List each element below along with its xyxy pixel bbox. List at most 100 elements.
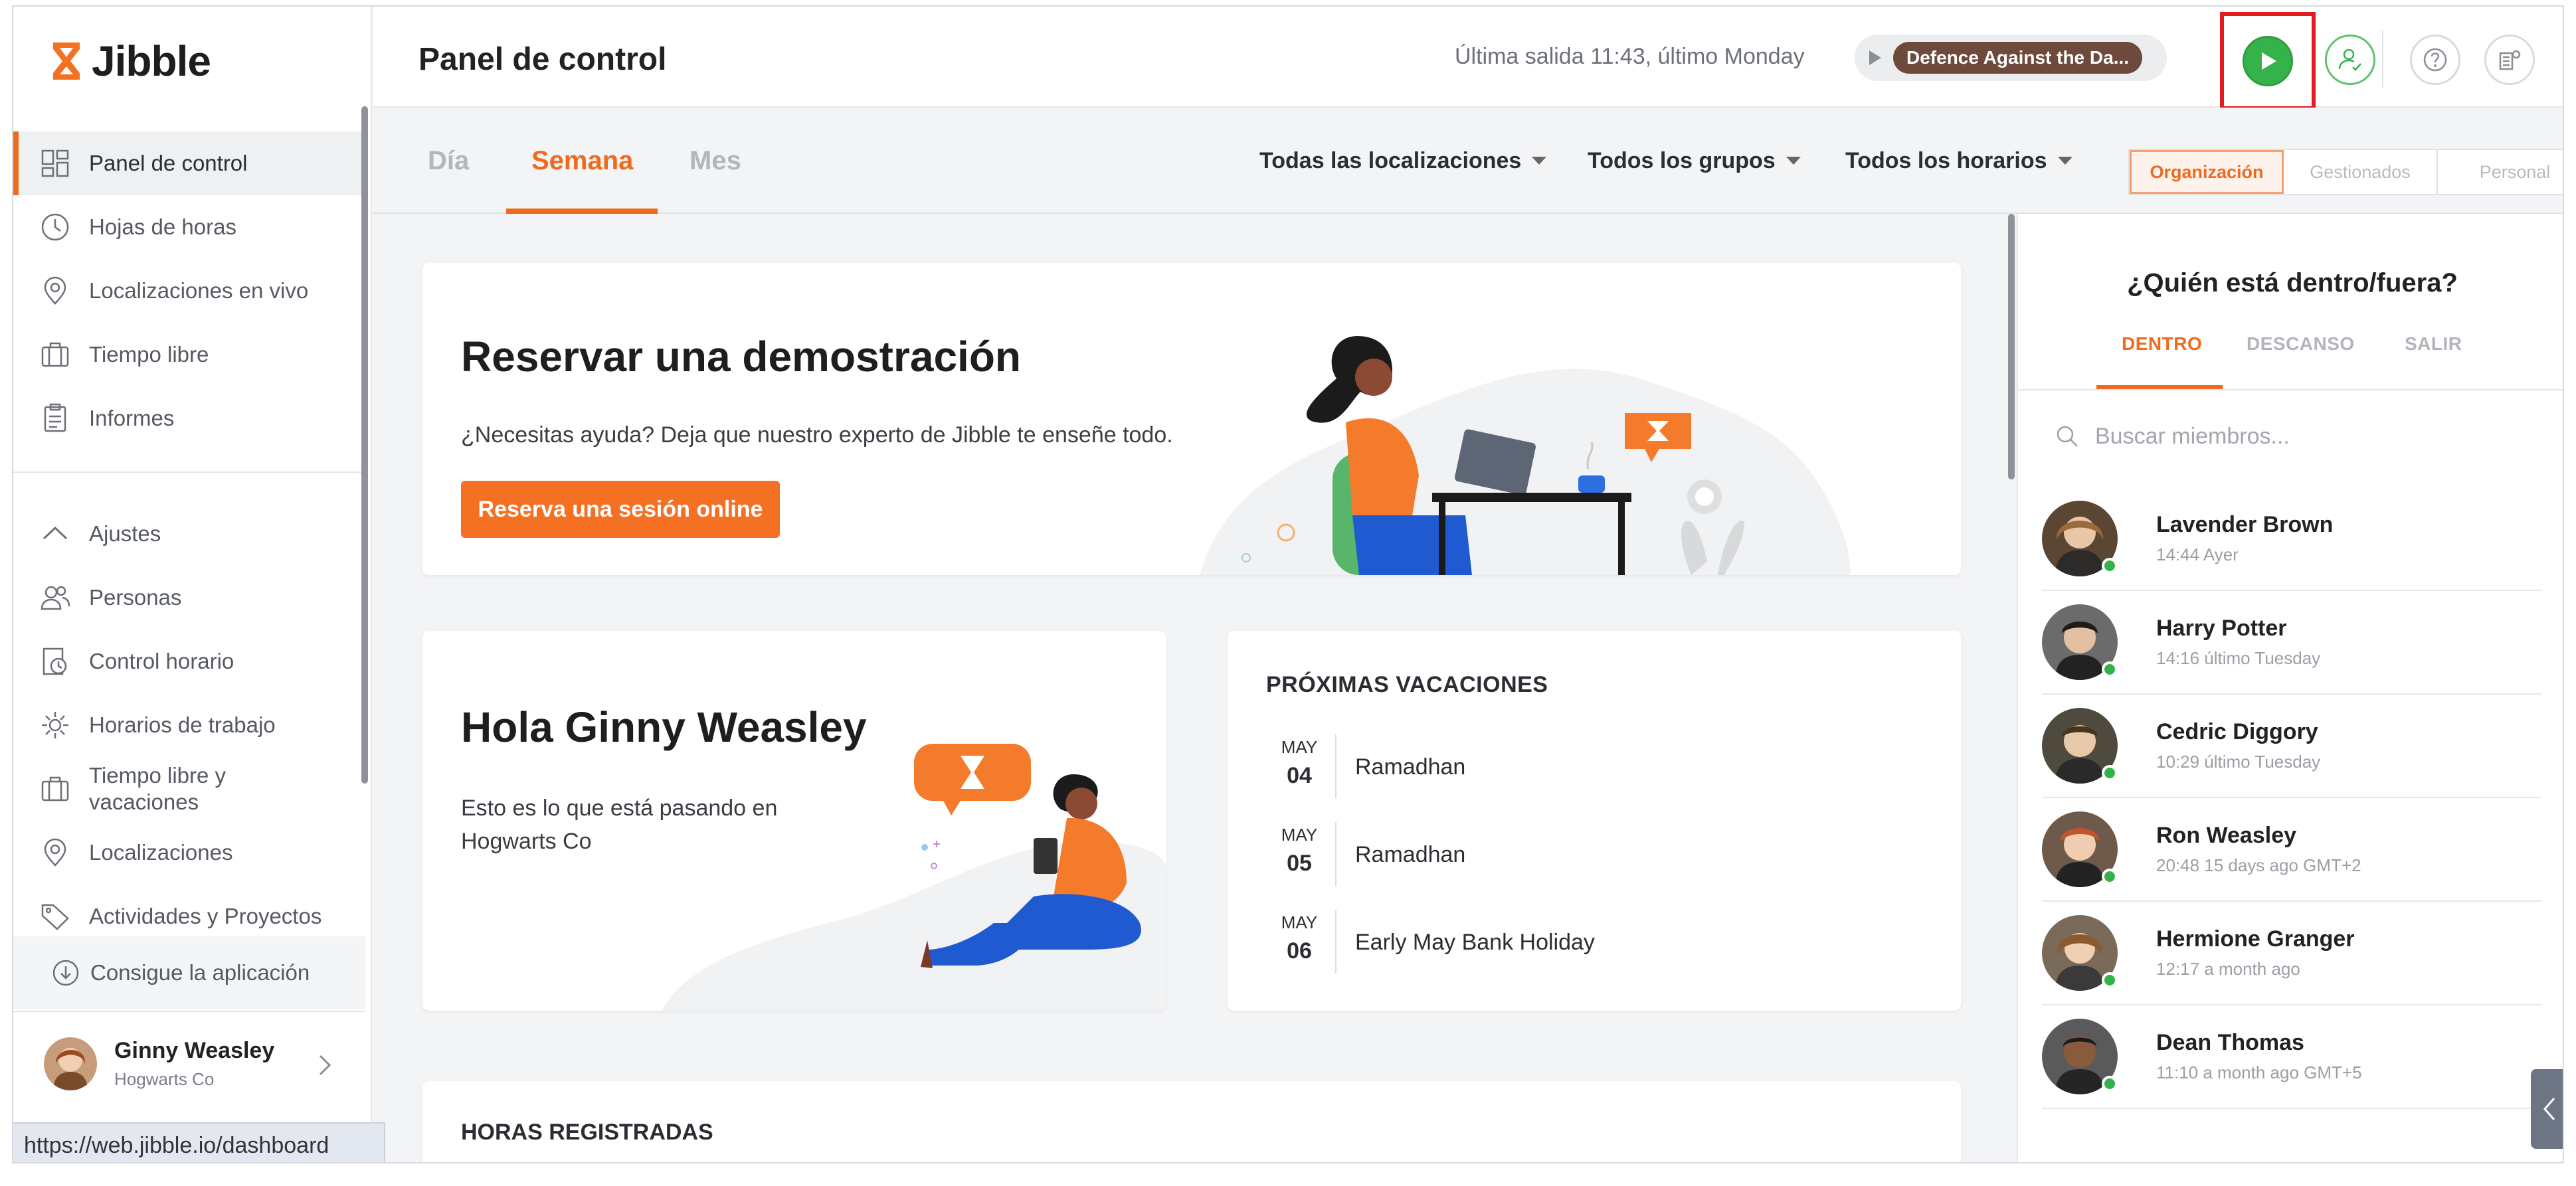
greeting-card: Hola Ginny Weasley Esto es lo que está p… — [422, 631, 1166, 1011]
schedules-filter-label: Todos los horarios — [1845, 147, 2047, 173]
book-session-button[interactable]: Reserva una sesión online — [461, 481, 780, 538]
sidebar-item-label: Ajustes — [89, 521, 161, 546]
holiday-month: MAY — [1281, 737, 1318, 757]
member-time: 14:44 Ayer — [2156, 545, 2239, 564]
holiday-name: Ramadhan — [1355, 754, 1466, 780]
tab-out[interactable]: SALIR — [2405, 333, 2462, 355]
tab-day[interactable]: Día — [428, 108, 469, 214]
sidebar-item-locations[interactable]: Localizaciones — [13, 821, 365, 885]
holiday-month: MAY — [1281, 912, 1318, 932]
project-selector[interactable]: Defence Against the Da... — [1855, 35, 2167, 81]
caret-down-icon — [1786, 157, 1801, 165]
time-tracking-icon — [43, 647, 67, 675]
sidebar-item-work-schedules[interactable]: Horarios de trabajo — [13, 693, 365, 757]
member-search-placeholder: Buscar miembros... — [2095, 423, 2290, 449]
member-time: 11:10 a month ago GMT+5 — [2156, 1062, 2362, 1082]
hourglass-logo-icon — [53, 42, 80, 80]
sidebar-item-label: Panel de control — [89, 151, 248, 175]
user-check-icon — [2338, 48, 2361, 71]
online-status-dot — [2102, 1076, 2118, 1092]
dashboard-icon — [41, 149, 69, 177]
project-tag: Defence Against the Da... — [1893, 42, 2143, 74]
scope-personal[interactable]: Personal — [2438, 150, 2563, 194]
sidebar-item-label: Actividades y Proyectos — [89, 904, 322, 928]
help-icon — [2423, 48, 2447, 72]
holidays-heading: PRÓXIMAS VACACIONES — [1266, 672, 1548, 697]
sidebar-item-dashboard[interactable]: Panel de control — [13, 131, 365, 195]
groups-filter[interactable]: Todos los grupos — [1588, 108, 1802, 214]
toolbar-divider — [2382, 31, 2383, 88]
tag-icon — [41, 904, 69, 930]
avatar — [2042, 708, 2118, 784]
holiday-divider — [1335, 822, 1336, 886]
caret-down-icon — [2057, 157, 2072, 165]
main-scrollbar[interactable] — [2008, 214, 2015, 479]
collapse-panel-button[interactable] — [2531, 1069, 2563, 1149]
clock-in-button[interactable] — [2243, 36, 2293, 86]
tab-break[interactable]: DESCANSO — [2247, 333, 2355, 355]
sidebar-item-time-off-holidays[interactable]: Tiempo libre y vacaciones — [13, 757, 365, 821]
online-status-dot — [2102, 765, 2118, 781]
sidebar-item-live-locations[interactable]: Localizaciones en vivo — [13, 259, 365, 323]
member-row[interactable]: Lavender Brown 14:44 Ayer — [2042, 487, 2541, 591]
who-is-in-panel: ¿Quién está dentro/fuera? DENTRO DESCANS… — [2017, 214, 2563, 1162]
sidebar-item-label: Localizaciones en vivo — [89, 278, 309, 303]
avatar — [2042, 915, 2118, 991]
suitcase-icon — [41, 776, 69, 802]
sidebar-item-label: Control horario — [89, 649, 234, 673]
get-app-link[interactable]: Consigue la aplicación — [13, 936, 365, 1009]
profile-org: Hogwarts Co — [114, 1069, 215, 1089]
jibble-logo[interactable]: Jibble — [50, 35, 211, 88]
sidebar-item-label: Tiempo libre — [89, 342, 209, 367]
help-button[interactable] — [2410, 35, 2460, 85]
sidebar-item-label: Personas — [89, 585, 182, 610]
scope-organization[interactable]: Organización — [2130, 150, 2284, 194]
member-search[interactable]: Buscar miembros... — [2054, 413, 2519, 460]
sidebar-item-time-off[interactable]: Tiempo libre — [13, 323, 365, 386]
scope-toggle: Organización Gestionados Personal — [2128, 149, 2563, 195]
last-clock-out: Última salida 11:43, último Monday — [1455, 44, 1805, 69]
member-name: Dean Thomas — [2156, 1030, 2304, 1055]
locations-filter[interactable]: Todas las localizaciones — [1259, 108, 1548, 214]
tab-month[interactable]: Mes — [690, 108, 741, 214]
schedules-filter[interactable]: Todos los horarios — [1845, 108, 2074, 214]
holiday-row: MAY 05 Ramadhan — [1266, 822, 1930, 898]
sidebar-item-reports[interactable]: Informes — [13, 386, 365, 450]
holiday-date: MAY 05 — [1266, 825, 1333, 877]
sidebar-item-time-tracking[interactable]: Control horario — [13, 630, 365, 693]
company-settings-button[interactable] — [2484, 35, 2535, 85]
holiday-name: Ramadhan — [1355, 842, 1466, 867]
tab-week[interactable]: Semana — [531, 108, 633, 214]
book-demo-card: Reservar una demostración ¿Necesitas ayu… — [422, 263, 1961, 575]
user-profile[interactable]: Ginny Weasley Hogwarts Co — [13, 1011, 365, 1116]
tab-in[interactable]: DENTRO — [2122, 333, 2202, 355]
scope-managed[interactable]: Gestionados — [2284, 150, 2438, 194]
clock-in-highlight[interactable] — [2220, 12, 2316, 110]
tracked-hours-card: HORAS REGISTRADAS — [422, 1081, 1961, 1162]
location-pin-icon — [44, 276, 66, 305]
member-row[interactable]: Hermione Granger 12:17 a month ago — [2042, 902, 2541, 1005]
sidebar-item-settings[interactable]: Ajustes — [13, 502, 365, 566]
who-is-in-title: ¿Quién está dentro/fuera? — [2127, 268, 2458, 297]
active-tab-indicator — [506, 209, 658, 214]
member-row[interactable]: Dean Thomas 11:10 a month ago GMT+5 — [2042, 1005, 2541, 1109]
settings-nav: Ajustes Personas Control horario Horario… — [13, 502, 365, 948]
clock-status-button[interactable] — [2325, 35, 2375, 85]
sidebar-item-people[interactable]: Personas — [13, 566, 365, 630]
holiday-day: 06 — [1287, 938, 1312, 964]
app-window: Jibble Panel de control Hojas de horas L… — [12, 5, 2564, 1163]
member-row[interactable]: Ron Weasley 20:48 15 days ago GMT+2 — [2042, 798, 2541, 902]
holiday-date: MAY 06 — [1266, 912, 1333, 964]
sidebar-item-label: Hojas de horas — [89, 214, 236, 239]
member-row[interactable]: Harry Potter 14:16 último Tuesday — [2042, 591, 2541, 695]
avatar — [2042, 501, 2118, 576]
clock-icon — [41, 213, 69, 241]
sidebar-item-timesheets[interactable]: Hojas de horas — [13, 195, 365, 259]
online-status-dot — [2102, 972, 2118, 988]
member-row[interactable]: Cedric Diggory 10:29 último Tuesday — [2042, 695, 2541, 798]
sidebar-scrollbar[interactable] — [361, 106, 368, 784]
brand-name: Jibble — [92, 37, 211, 85]
sidebar: Jibble Panel de control Hojas de horas L… — [13, 7, 385, 1162]
sidebar-item-label: Localizaciones — [89, 840, 233, 865]
avatar — [2042, 1019, 2118, 1094]
